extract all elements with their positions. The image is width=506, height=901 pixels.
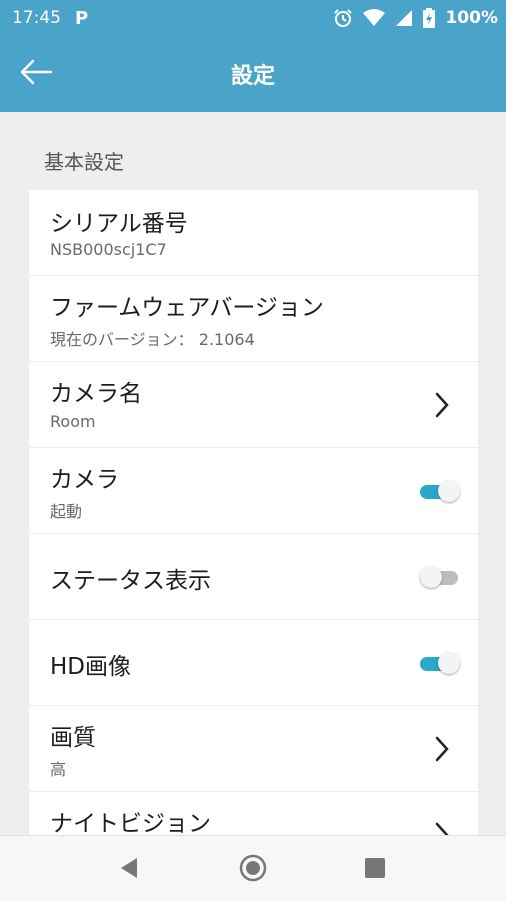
alarm-icon bbox=[333, 8, 353, 28]
signal-icon bbox=[395, 9, 413, 27]
toggle-knob bbox=[438, 652, 460, 674]
row-subtitle: NSB000scj1C7 bbox=[50, 240, 167, 259]
row-image-quality[interactable]: 画質 高 bbox=[29, 706, 478, 792]
row-serial-number: シリアル番号 NSB000scj1C7 bbox=[29, 190, 478, 276]
page-title: 設定 bbox=[230, 64, 275, 89]
back-triangle-icon[interactable] bbox=[115, 853, 145, 883]
battery-percent: 100% bbox=[445, 8, 498, 28]
status-display-toggle[interactable] bbox=[420, 565, 460, 589]
row-subtitle: Room bbox=[50, 412, 96, 431]
section-header-basic-settings: 基本設定 bbox=[44, 150, 124, 174]
battery-icon bbox=[423, 8, 436, 28]
chevron-right-icon bbox=[435, 392, 449, 418]
row-title: ファームウェアバージョン bbox=[50, 295, 324, 321]
row-title: ステータス表示 bbox=[50, 568, 211, 594]
chevron-right-icon bbox=[435, 822, 449, 835]
row-title: 画質 bbox=[50, 725, 96, 751]
row-camera-power: カメラ 起動 bbox=[29, 448, 478, 534]
row-status-display: ステータス表示 bbox=[29, 534, 478, 620]
status-right: 100% bbox=[333, 8, 498, 28]
status-left: 17:45 P bbox=[12, 8, 88, 29]
toggle-knob bbox=[420, 566, 442, 588]
hd-image-toggle[interactable] bbox=[420, 651, 460, 675]
parking-app-icon: P bbox=[75, 7, 89, 29]
row-title: カメラ bbox=[50, 467, 119, 493]
row-subtitle: 起動 bbox=[50, 502, 83, 521]
status-bar: 17:45 P 100% bbox=[0, 0, 506, 36]
row-subtitle: 高 bbox=[50, 760, 67, 779]
app-bar: 設定 bbox=[0, 36, 506, 112]
toggle-knob bbox=[438, 480, 460, 502]
row-title: HD画像 bbox=[50, 654, 132, 680]
camera-toggle[interactable] bbox=[420, 479, 460, 503]
wifi-icon bbox=[363, 9, 386, 27]
recents-square-icon[interactable] bbox=[360, 853, 390, 883]
system-nav-bar bbox=[0, 835, 506, 901]
row-camera-name[interactable]: カメラ名 Room bbox=[29, 362, 478, 448]
row-title: ナイトビジョン bbox=[50, 811, 211, 835]
chevron-right-icon bbox=[435, 736, 449, 762]
row-night-vision[interactable]: ナイトビジョン bbox=[29, 792, 478, 835]
status-time: 17:45 bbox=[12, 8, 61, 28]
home-circle-icon[interactable] bbox=[238, 853, 268, 883]
row-title: シリアル番号 bbox=[50, 211, 188, 237]
settings-card: シリアル番号 NSB000scj1C7 ファームウェアバージョン 現在のバージョ… bbox=[29, 190, 478, 835]
row-title: カメラ名 bbox=[50, 381, 142, 407]
row-firmware-version: ファームウェアバージョン 現在のバージョン： 2.1064 bbox=[29, 276, 478, 362]
row-hd-image: HD画像 bbox=[29, 620, 478, 706]
row-subtitle: 現在のバージョン： 2.1064 bbox=[50, 330, 255, 349]
